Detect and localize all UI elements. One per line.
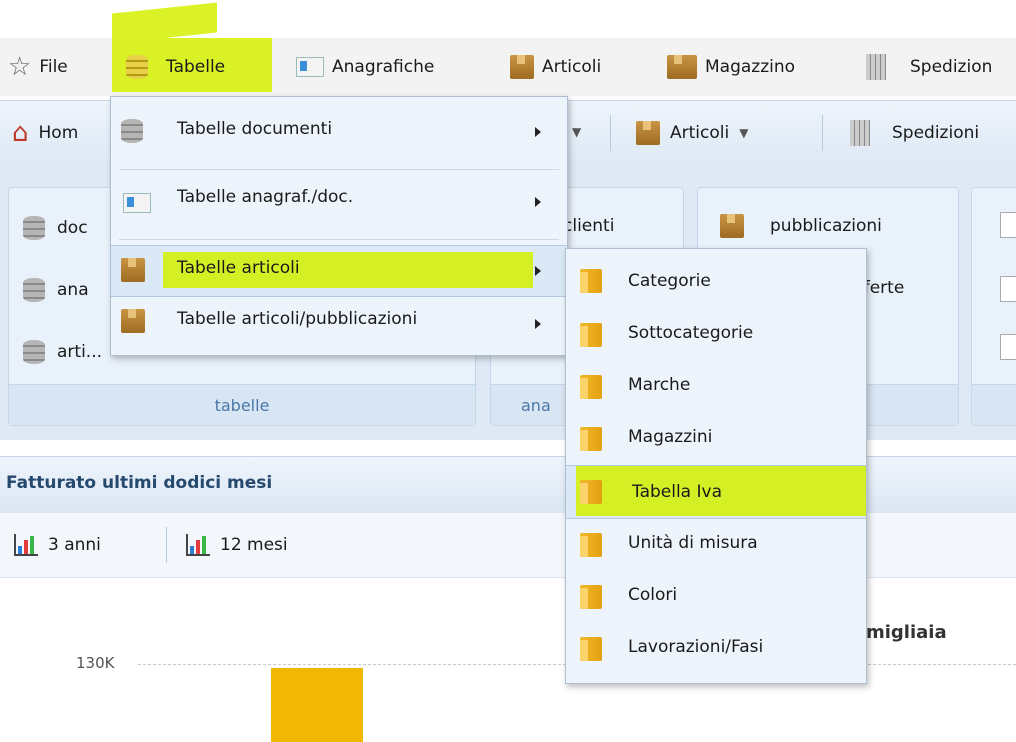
submenu-item-tabella-iva[interactable]: Tabella Iva [566,465,866,519]
tabelle-articoli-submenu: Categorie Sottocategorie Marche Magazzin… [565,248,867,684]
folder-icon [580,637,602,661]
panel-title: Fatturato ultimi dodici mesi [6,473,273,493]
database-icon [23,216,45,240]
chart-bar [271,668,363,742]
boxes-icon [667,55,697,79]
folder-icon [580,585,602,609]
toolbar-separator [822,115,823,151]
submenu-item-unita-di-misura[interactable]: Unità di misura [566,519,866,571]
menu-separator [119,169,559,170]
star-icon: ☆ [8,52,32,82]
menu-item-tabelle-articoli[interactable]: Tabelle articoli [111,245,567,297]
menu-anagrafiche[interactable]: Anagrafiche [296,38,434,96]
ribbon-item-ana[interactable]: ana [23,278,89,302]
folder-icon [580,480,602,504]
ribbon-item-clienti[interactable]: clienti [563,216,614,236]
folder-icon [580,269,602,293]
toolbar-home[interactable]: ⌂ Hom [12,101,78,165]
submenu-arrow-icon [535,197,541,207]
home-icon: ⌂ [12,118,29,148]
folder-icon [580,427,602,451]
menu-articoli[interactable]: Articoli [510,38,601,96]
submenu-item-colori[interactable]: Colori [566,571,866,623]
package-icon [121,258,145,282]
menu-separator [119,239,559,240]
submenu-arrow-icon [535,266,541,276]
ribbon-group-footer [972,384,1016,425]
contact-card-icon [296,57,324,77]
ribbon-item-articoli[interactable]: arti... [23,340,102,364]
menu-item-tabelle-anagraf-doc[interactable]: Tabelle anagraf./doc. [111,175,567,227]
toolbar-spedizioni[interactable]: Spedizioni [850,101,979,165]
document-icon[interactable] [1000,212,1016,238]
submenu-item-marche[interactable]: Marche [566,361,866,413]
submenu-item-lavorazioni-fasi[interactable]: Lavorazioni/Fasi [566,623,866,675]
document-icon[interactable] [1000,334,1016,360]
submenu-item-magazzini[interactable]: Magazzini [566,413,866,465]
submenu-arrow-icon [535,319,541,329]
toolbar-articoli[interactable]: Articoli ▼ [636,101,748,165]
bar-chart-icon [14,534,38,556]
menu-bar: ☆ File Tabelle Anagrafiche Articoli Maga… [0,38,1016,96]
toolbar-separator [166,527,167,563]
toolbar-separator [610,115,611,151]
package-icon [636,121,660,145]
chart-title: migliaia [866,622,947,643]
tabelle-dropdown-menu: Tabelle documenti Tabelle anagraf./doc. … [110,96,568,356]
folder-icon [580,375,602,399]
menu-tabelle[interactable]: Tabelle [126,38,225,96]
ribbon-group-footer: tabelle [9,384,475,425]
building-icon [850,120,870,146]
package-icon [121,309,145,333]
ribbon-item-pubblicazioni[interactable]: pubblicazioni [720,214,882,238]
document-icon[interactable] [1000,276,1016,302]
submenu-item-sottocategorie[interactable]: Sottocategorie [566,309,866,361]
menu-item-tabelle-articoli-pubblicazioni[interactable]: Tabelle articoli/pubblicazioni [111,297,567,349]
contact-card-icon [123,193,151,213]
submenu-item-categorie[interactable]: Categorie [566,255,866,307]
y-tick-label: 130K [76,654,115,672]
menu-item-tabelle-documenti[interactable]: Tabelle documenti [111,105,567,157]
bar-chart-icon [186,534,210,556]
menu-file[interactable]: ☆ File [8,38,68,96]
package-icon [510,55,534,79]
database-icon [23,278,45,302]
chevron-down-icon: ▼ [739,126,749,140]
menu-magazzino[interactable]: Magazzino [667,38,795,96]
button-12-mesi[interactable]: 12 mesi [186,513,288,577]
building-icon [866,54,886,80]
database-icon [126,55,148,79]
database-check-icon [121,119,143,143]
menu-spedizioni[interactable]: Spedizion [866,38,992,96]
chevron-down-icon[interactable]: ▼ [572,125,581,139]
button-3-anni[interactable]: 3 anni [14,513,101,577]
package-icon [720,214,744,238]
ribbon-item-doc[interactable]: doc [23,216,88,240]
folder-icon [580,323,602,347]
submenu-arrow-icon [535,127,541,137]
ribbon-group-documenti [971,187,1016,426]
folder-icon [580,533,602,557]
database-icon [23,340,45,364]
